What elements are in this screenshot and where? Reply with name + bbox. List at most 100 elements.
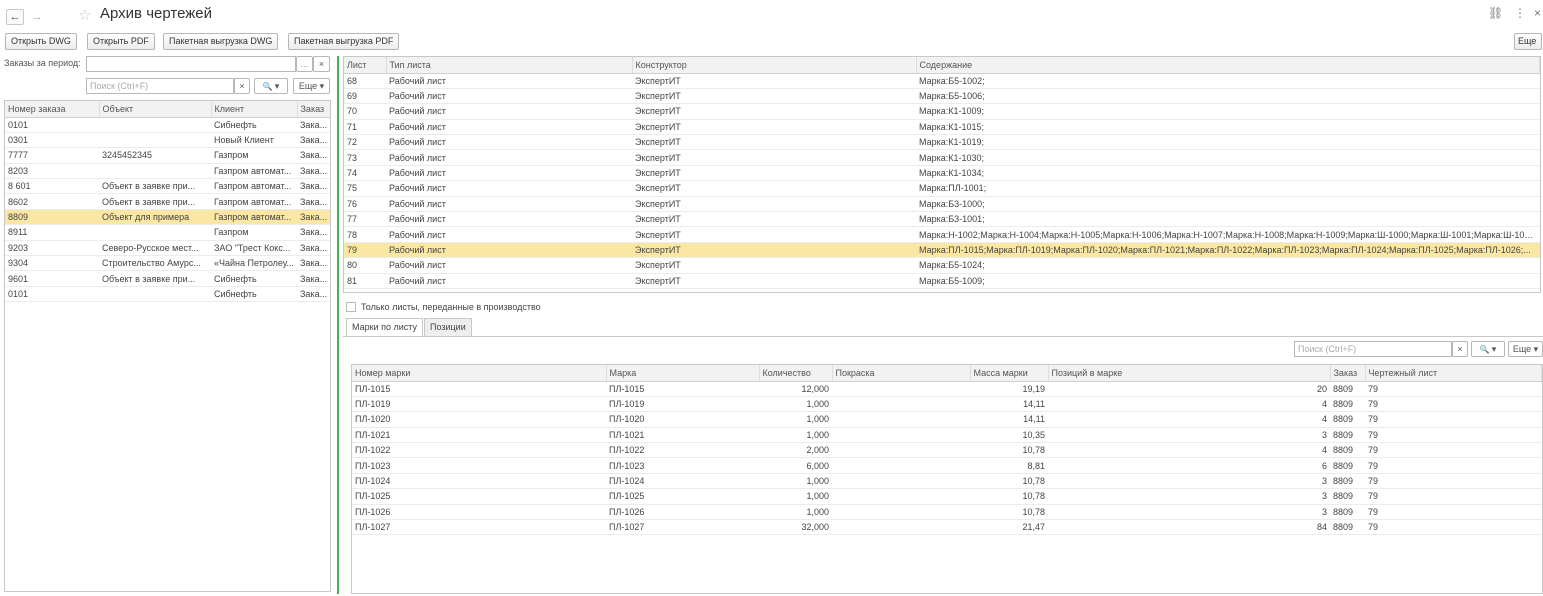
marks-cell: ПЛ-1020 (606, 411, 759, 428)
orders-column-header[interactable]: Объект (99, 101, 212, 118)
tab-marks[interactable]: Марки по листу (346, 318, 423, 336)
marks-cell: 10,78 (970, 442, 1048, 459)
sheets-row[interactable]: 79 Рабочий лист ЭкспертИТ Марка:ПЛ-1015;Мар… (344, 242, 1540, 259)
marks-column-header[interactable]: Марка (606, 365, 760, 382)
marks-column-header[interactable]: Чертежный лист (1365, 365, 1542, 382)
sheets-row[interactable]: 81 Рабочий лист ЭкспертИТ Марка:Б5-1009; (344, 273, 1540, 289)
sheets-row[interactable]: 74 Рабочий лист ЭкспертИТ Марка:К1-1034; (344, 165, 1540, 182)
chevron-down-icon: ▾ (1491, 343, 1497, 354)
marks-column-header[interactable]: Масса марки (970, 365, 1049, 382)
orders-more-button[interactable]: Еще ▾ (293, 78, 330, 94)
marks-cell: 3 (1048, 488, 1330, 505)
marks-cell: ПЛ-1027 (606, 519, 759, 536)
orders-cell: Зака... (297, 163, 330, 180)
marks-column-header[interactable]: Номер марки (352, 365, 607, 382)
orders-cell: Объект в заявке при... (99, 178, 211, 195)
marks-row[interactable]: ПЛ-1024 ПЛ-1024 1,000 10,78 3 8809 79 (352, 473, 1542, 490)
orders-search-clear-button[interactable]: × (234, 78, 250, 94)
close-icon[interactable]: × (1534, 6, 1541, 20)
marks-row[interactable]: ПЛ-1025 ПЛ-1025 1,000 10,78 3 8809 79 (352, 488, 1542, 505)
marks-cell: ПЛ-1015 (352, 381, 606, 397)
orders-row[interactable]: 0301 Новый Клиент Зака... (5, 132, 330, 149)
sheets-row[interactable]: 75 Рабочий лист ЭкспертИТ Марка:ПЛ-1001; (344, 180, 1540, 197)
orders-row[interactable]: 9304 Строительство Амурс... «Чайна Петроле… (5, 255, 330, 272)
marks-search-clear-button[interactable]: × (1452, 341, 1468, 357)
marks-column-header[interactable]: Количество (759, 365, 833, 382)
tab-positions[interactable]: Позиции (424, 318, 472, 336)
period-input[interactable] (86, 56, 296, 72)
orders-row[interactable]: 7777 3245452345 Газпром Зака... (5, 147, 330, 164)
sheets-cell: ЭкспертИТ (632, 273, 916, 289)
marks-row[interactable]: ПЛ-1022 ПЛ-1022 2,000 10,78 4 8809 79 (352, 442, 1542, 459)
marks-column-header[interactable]: Покраска (832, 365, 971, 382)
sheets-column-header[interactable]: Лист (344, 57, 387, 74)
batch-dwg-button[interactable]: Пакетная выгрузка DWG (163, 33, 279, 50)
orders-row[interactable]: 0101 Сибнефть Зака... (5, 117, 330, 133)
orders-cell: 8602 (5, 193, 99, 210)
sheets-column-header[interactable]: Конструктор (632, 57, 917, 74)
sheets-row[interactable]: 77 Рабочий лист ЭкспертИТ Марка:Б3-1001; (344, 211, 1540, 228)
only-production-checkbox[interactable] (346, 302, 356, 312)
sheets-row[interactable]: 68 Рабочий лист ЭкспертИТ Марка:Б5-1002; (344, 73, 1540, 89)
orders-cell: 9203 (5, 240, 99, 257)
marks-row[interactable]: ПЛ-1026 ПЛ-1026 1,000 10,78 3 8809 79 (352, 504, 1542, 521)
batch-pdf-button[interactable]: Пакетная выгрузка PDF (288, 33, 400, 50)
sheets-row[interactable]: 73 Рабочий лист ЭкспертИТ Марка:К1-1030; (344, 149, 1540, 166)
sheets-row[interactable]: 78 Рабочий лист ЭкспертИТ Марка:Н-1002;Марк… (344, 226, 1540, 243)
orders-row[interactable]: 8809 Объект для примера Газпром автомат...… (5, 209, 330, 226)
marks-row[interactable]: ПЛ-1023 ПЛ-1023 6,000 8,81 6 8809 79 (352, 457, 1542, 474)
marks-search-input[interactable]: Поиск (Ctrl+F) (1294, 341, 1452, 357)
marks-row[interactable]: ПЛ-1027 ПЛ-1027 32,000 21,47 84 8809 79 (352, 519, 1542, 536)
sheets-column-header[interactable]: Тип листа (386, 57, 633, 74)
orders-cell: Зака... (297, 209, 330, 226)
sheets-cell: Марка:Б5-1006; (916, 88, 1540, 105)
open-pdf-button[interactable]: Открыть PDF (87, 33, 155, 50)
orders-column-header[interactable]: Заказ (297, 101, 330, 118)
open-dwg-button[interactable]: Открыть DWG (5, 33, 77, 50)
orders-row[interactable]: 9601 Объект в заявке при... Сибнефть Зака..… (5, 270, 330, 287)
orders-row[interactable]: 9203 Северо-Русское мест... ЗАО "Трест Кок… (5, 240, 330, 257)
orders-column-header[interactable]: Номер заказа (5, 101, 100, 118)
orders-row[interactable]: 8911 Газпром Зака... (5, 224, 330, 241)
more-actions-icon[interactable]: ⋮ (1514, 6, 1526, 20)
sheets-row[interactable]: 69 Рабочий лист ЭкспертИТ Марка:Б5-1006; (344, 88, 1540, 105)
sheets-cell: Рабочий лист (386, 273, 632, 289)
marks-row[interactable]: ПЛ-1020 ПЛ-1020 1,000 14,11 4 8809 79 (352, 411, 1542, 428)
marks-column-header[interactable]: Заказ (1330, 365, 1366, 382)
orders-cell: 9601 (5, 270, 99, 287)
orders-search-input[interactable]: Поиск (Ctrl+F) (86, 78, 234, 94)
panel-splitter[interactable] (337, 56, 339, 594)
marks-search-button[interactable]: 🔍 ▾ (1471, 341, 1505, 357)
sheets-row[interactable]: 72 Рабочий лист ЭкспертИТ Марка:К1-1019; (344, 134, 1540, 151)
toolbar-more-button[interactable]: Еще (1514, 33, 1542, 50)
orders-row[interactable]: 0101 Сибнефть Зака... (5, 286, 330, 303)
favorite-star-icon[interactable]: ☆ (78, 6, 91, 24)
marks-more-button[interactable]: Еще ▾ (1508, 341, 1543, 357)
sheets-row[interactable]: 80 Рабочий лист ЭкспертИТ Марка:Б5-1024; (344, 257, 1540, 274)
sheets-column-header[interactable]: Содержание (916, 57, 1540, 74)
sheets-row[interactable]: 70 Рабочий лист ЭкспертИТ Марка:К1-1009; (344, 103, 1540, 120)
forward-button[interactable]: → (28, 9, 46, 25)
marks-cell: 8809 (1330, 381, 1365, 397)
sheets-cell: 68 (344, 73, 386, 89)
sheets-row[interactable]: 76 Рабочий лист ЭкспертИТ Марка:Б3-1000; (344, 196, 1540, 213)
marks-cell: 3 (1048, 427, 1330, 444)
marks-cell (832, 396, 970, 413)
orders-row[interactable]: 8602 Объект в заявке при... Газпром автома… (5, 193, 330, 210)
link-icon[interactable]: ⛓ (1488, 6, 1503, 20)
orders-search-button[interactable]: 🔍 ▾ (254, 78, 288, 94)
marks-row[interactable]: ПЛ-1019 ПЛ-1019 1,000 14,11 4 8809 79 (352, 396, 1542, 413)
orders-row[interactable]: 8 601 Объект в заявке при... Газпром автом… (5, 178, 330, 195)
period-clear-button[interactable]: × (313, 56, 330, 72)
marks-row[interactable]: ПЛ-1021 ПЛ-1021 1,000 10,35 3 8809 79 (352, 427, 1542, 444)
period-select-button[interactable]: ... (296, 56, 313, 72)
orders-cell: Зака... (297, 224, 330, 241)
marks-column-header[interactable]: Позиций в марке (1048, 365, 1331, 382)
orders-column-header[interactable]: Клиент (211, 101, 298, 118)
sheets-cell: Рабочий лист (386, 88, 632, 105)
sheets-row[interactable]: 71 Рабочий лист ЭкспертИТ Марка:К1-1015; (344, 119, 1540, 136)
back-button[interactable]: ← (6, 9, 24, 25)
orders-cell: Зака... (297, 178, 330, 195)
marks-row[interactable]: ПЛ-1015 ПЛ-1015 12,000 19,19 20 8809 79 (352, 381, 1542, 397)
orders-row[interactable]: 8203 Газпром автомат... Зака... (5, 163, 330, 180)
